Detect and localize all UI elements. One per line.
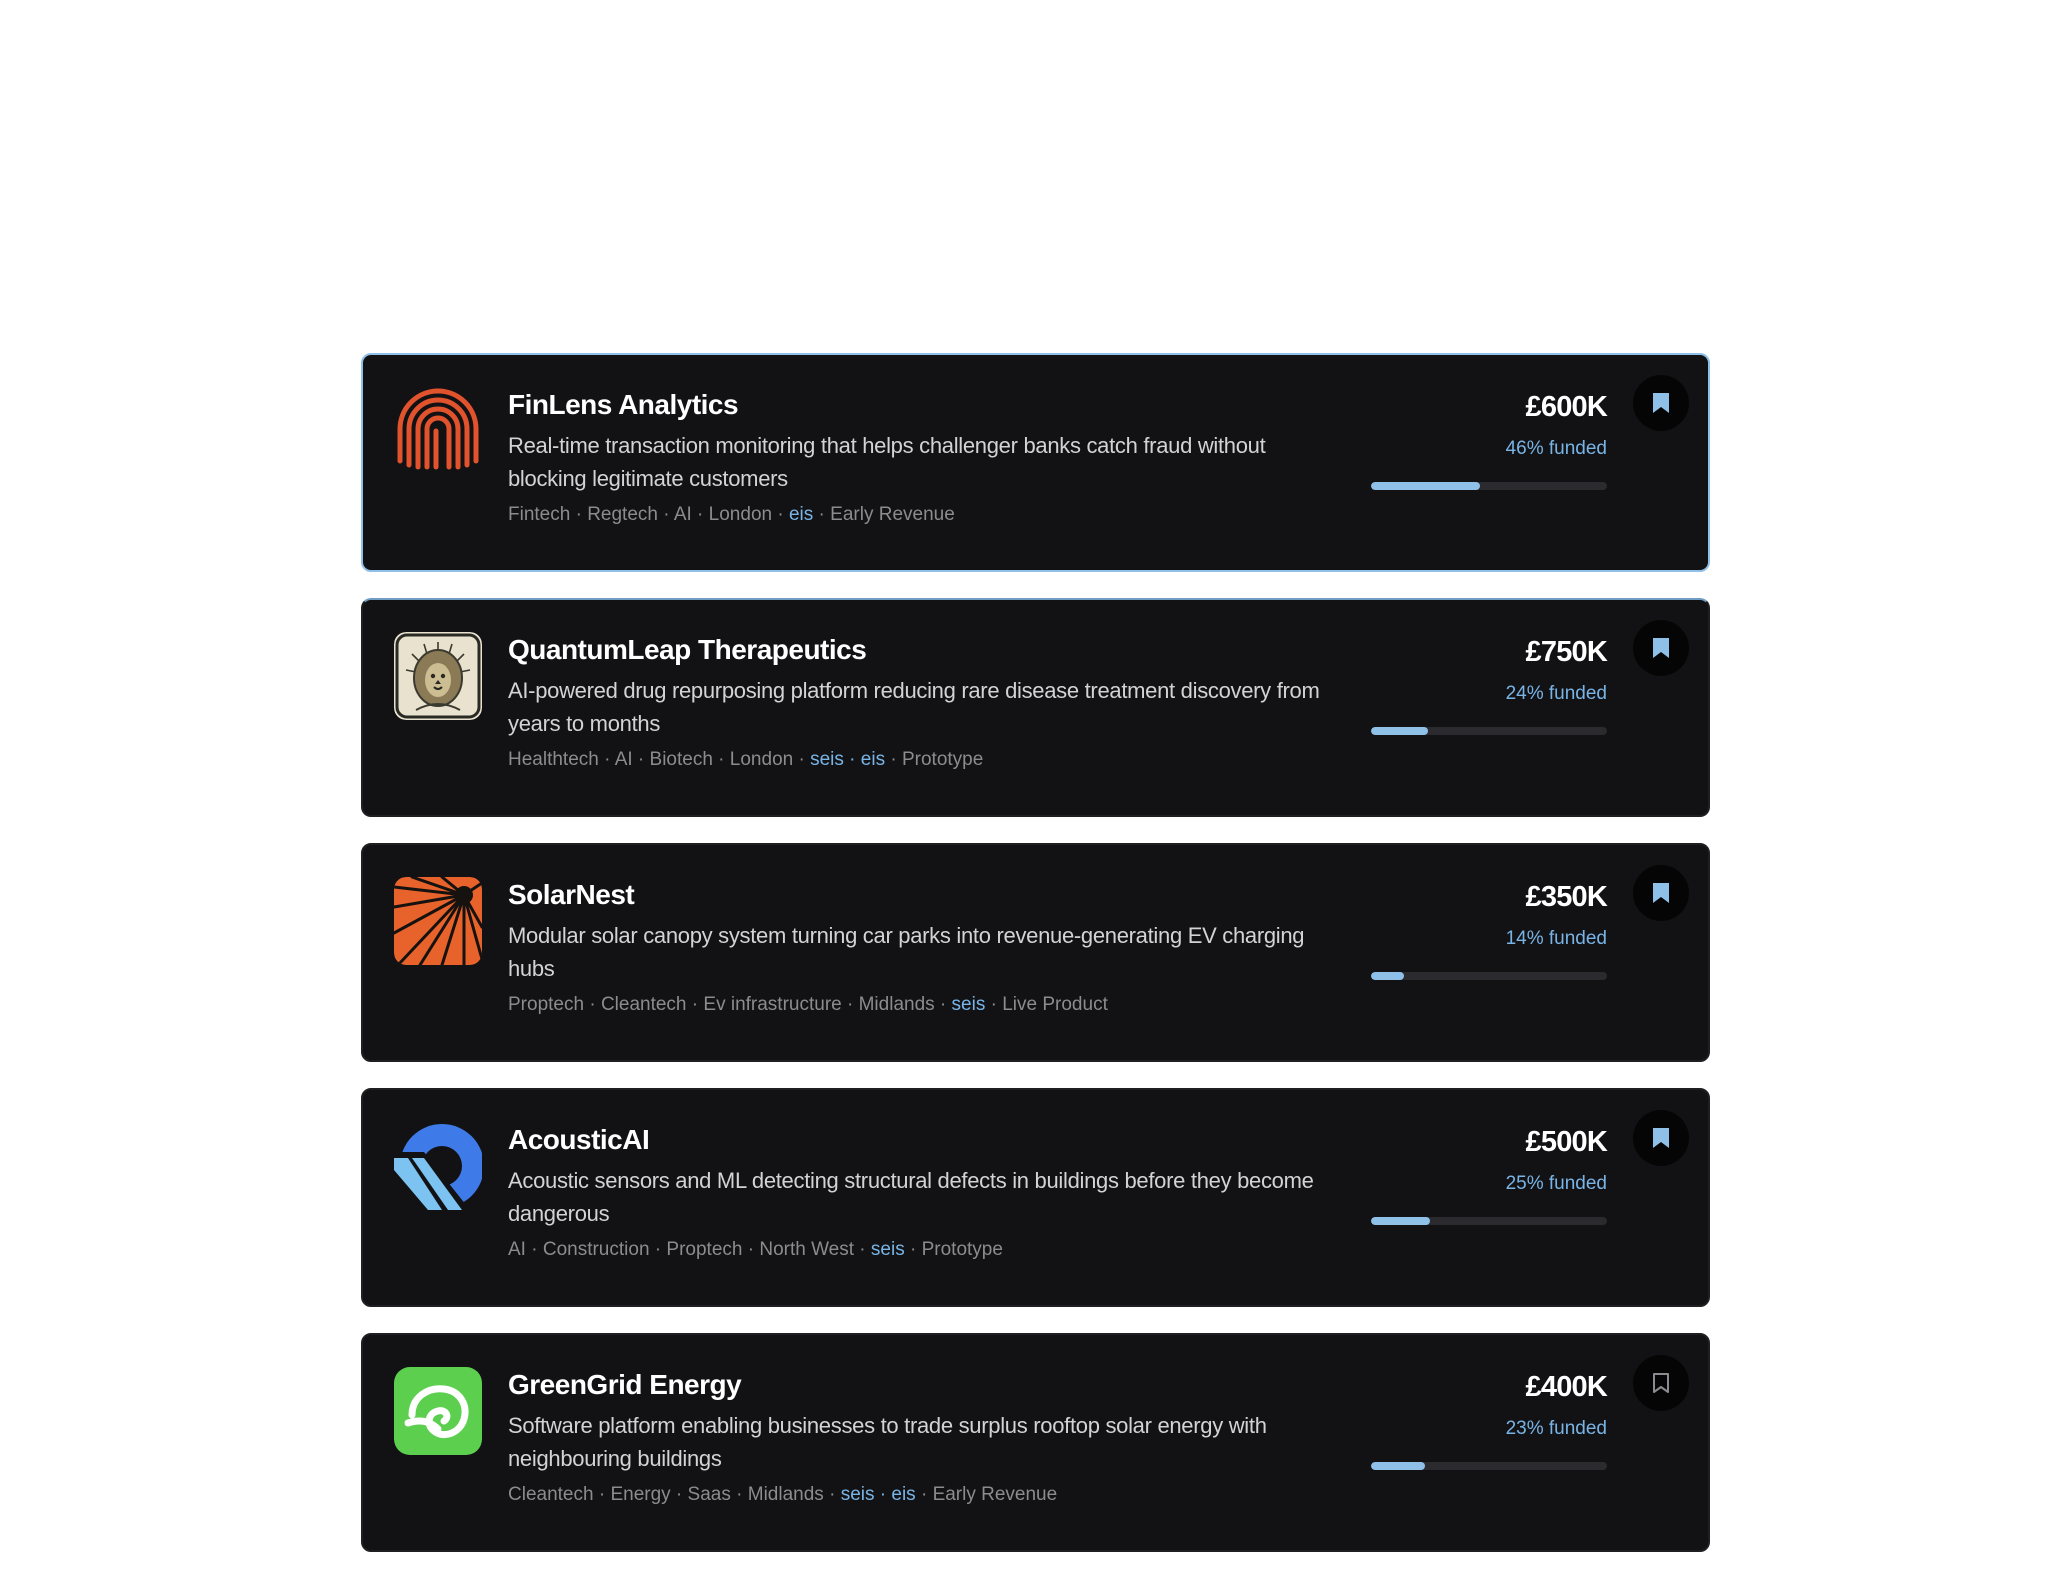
stage-label: Early Revenue	[932, 1484, 1058, 1505]
company-name[interactable]: GreenGrid Energy	[508, 1367, 1338, 1403]
raise-amount: £350K	[1525, 881, 1608, 913]
tag: Saas	[687, 1484, 731, 1505]
raise-amount: £750K	[1525, 636, 1608, 668]
funded-percentage: 14% funded	[1505, 928, 1607, 949]
funded-percentage: 23% funded	[1505, 1418, 1607, 1439]
bookmark-icon	[1653, 883, 1669, 903]
funding-progress-bar	[1371, 972, 1607, 980]
funded-percentage: 24% funded	[1505, 683, 1607, 704]
fingerprint-icon	[394, 387, 482, 475]
company-name[interactable]: SolarNest	[508, 877, 1338, 913]
company-tags: Cleantech · Energy · Saas · Midlands · s…	[508, 1484, 1058, 1505]
company-info: GreenGrid Energy Software platform enabl…	[508, 1367, 1338, 1508]
company-info: AcousticAI Acoustic sensors and ML detec…	[508, 1122, 1338, 1263]
bookmark-button[interactable]	[1633, 865, 1689, 921]
company-tags: AI · Construction · Proptech · North Wes…	[508, 1239, 1003, 1260]
stage-label: Early Revenue	[830, 504, 955, 525]
raise-amount: £400K	[1525, 1371, 1608, 1403]
company-card[interactable]: QuantumLeap Therapeutics AI-powered drug…	[361, 598, 1710, 817]
company-description: Software platform enabling businesses to…	[508, 1413, 1267, 1471]
company-info: SolarNest Modular solar canopy system tu…	[508, 877, 1338, 1018]
tax-relief-badge: eis	[891, 1484, 916, 1505]
tag: AI	[614, 749, 633, 770]
raise-amount: £500K	[1525, 1126, 1608, 1158]
bookmark-button[interactable]	[1633, 1110, 1689, 1166]
tag: Proptech	[666, 1239, 743, 1260]
bookmark-button[interactable]	[1633, 375, 1689, 431]
tag: AI	[508, 1239, 526, 1260]
company-info: FinLens Analytics Real-time transaction …	[508, 387, 1338, 528]
tag: North West	[759, 1239, 855, 1260]
company-tags: Healthtech · AI · Biotech · London · sei…	[508, 749, 984, 770]
tag: Fintech	[508, 504, 571, 525]
tag: London	[708, 504, 773, 525]
company-description: Real-time transaction monitoring that he…	[508, 433, 1266, 491]
company-card[interactable]: FinLens Analytics Real-time transaction …	[361, 353, 1710, 572]
funding-progress-fill	[1371, 727, 1428, 735]
tag: AI	[673, 504, 692, 525]
funding-progress-fill	[1371, 482, 1480, 490]
company-card[interactable]: AcousticAI Acoustic sensors and ML detec…	[361, 1088, 1710, 1307]
tag: Cleantech	[508, 1484, 594, 1505]
tag: Cleantech	[600, 994, 687, 1015]
tag: Biotech	[649, 749, 713, 770]
tag: Midlands	[858, 994, 935, 1015]
funding-progress-fill	[1371, 972, 1405, 980]
company-name[interactable]: QuantumLeap Therapeutics	[508, 632, 1338, 668]
bookmark-button[interactable]	[1633, 1355, 1689, 1411]
bookmark-icon	[1653, 393, 1669, 413]
funded-percentage: 46% funded	[1505, 438, 1607, 459]
leaf-swirl-icon	[394, 1367, 482, 1455]
company-list: FinLens Analytics Real-time transaction …	[361, 353, 1710, 1578]
company-card[interactable]: GreenGrid Energy Software platform enabl…	[361, 1333, 1710, 1552]
stage-label: Prototype	[901, 749, 984, 770]
sunburst-icon	[394, 877, 482, 965]
tax-relief-badge: seis	[840, 1484, 875, 1505]
company-tags: Fintech · Regtech · AI · London · eis · …	[508, 504, 955, 525]
sound-ring-icon	[394, 1122, 482, 1210]
company-name[interactable]: AcousticAI	[508, 1122, 1338, 1158]
tag: Midlands	[747, 1484, 824, 1505]
company-description: AI-powered drug repurposing platform red…	[508, 678, 1320, 736]
tag: Ev infrastructure	[703, 994, 842, 1015]
funded-percentage: 25% funded	[1505, 1173, 1607, 1194]
funding-progress-bar	[1371, 482, 1607, 490]
tax-relief-badge: seis	[810, 749, 844, 770]
tag: London	[729, 749, 794, 770]
funding-progress-bar	[1371, 727, 1607, 735]
stage-label: Live Product	[1002, 994, 1108, 1015]
company-name[interactable]: FinLens Analytics	[508, 387, 1338, 423]
company-info: QuantumLeap Therapeutics AI-powered drug…	[508, 632, 1338, 773]
tax-relief-badge: seis	[870, 1239, 905, 1260]
funding-progress-fill	[1371, 1462, 1426, 1470]
bookmark-icon	[1653, 1128, 1669, 1148]
company-description: Acoustic sensors and ML detecting struct…	[508, 1168, 1314, 1226]
funding-progress-bar	[1371, 1217, 1607, 1225]
tax-relief-badge: eis	[860, 749, 886, 770]
tag: Proptech	[508, 994, 585, 1015]
company-tags: Proptech · Cleantech · Ev infrastructure…	[508, 994, 1108, 1015]
bookmark-outline-icon	[1653, 1373, 1669, 1393]
funding-progress-bar	[1371, 1462, 1607, 1470]
stage-label: Prototype	[921, 1239, 1003, 1260]
tag: Construction	[542, 1239, 650, 1260]
tax-relief-badge: eis	[788, 504, 814, 525]
tag: Energy	[610, 1484, 671, 1505]
funding-progress-fill	[1371, 1217, 1430, 1225]
tag: Healthtech	[508, 749, 599, 770]
tag: Regtech	[587, 504, 658, 525]
bookmark-button[interactable]	[1633, 620, 1689, 676]
bookmark-icon	[1653, 638, 1669, 658]
lion-icon	[394, 632, 482, 720]
tax-relief-badge: seis	[951, 994, 986, 1015]
company-card[interactable]: SolarNest Modular solar canopy system tu…	[361, 843, 1710, 1062]
company-description: Modular solar canopy system turning car …	[508, 923, 1305, 981]
raise-amount: £600K	[1525, 391, 1608, 423]
